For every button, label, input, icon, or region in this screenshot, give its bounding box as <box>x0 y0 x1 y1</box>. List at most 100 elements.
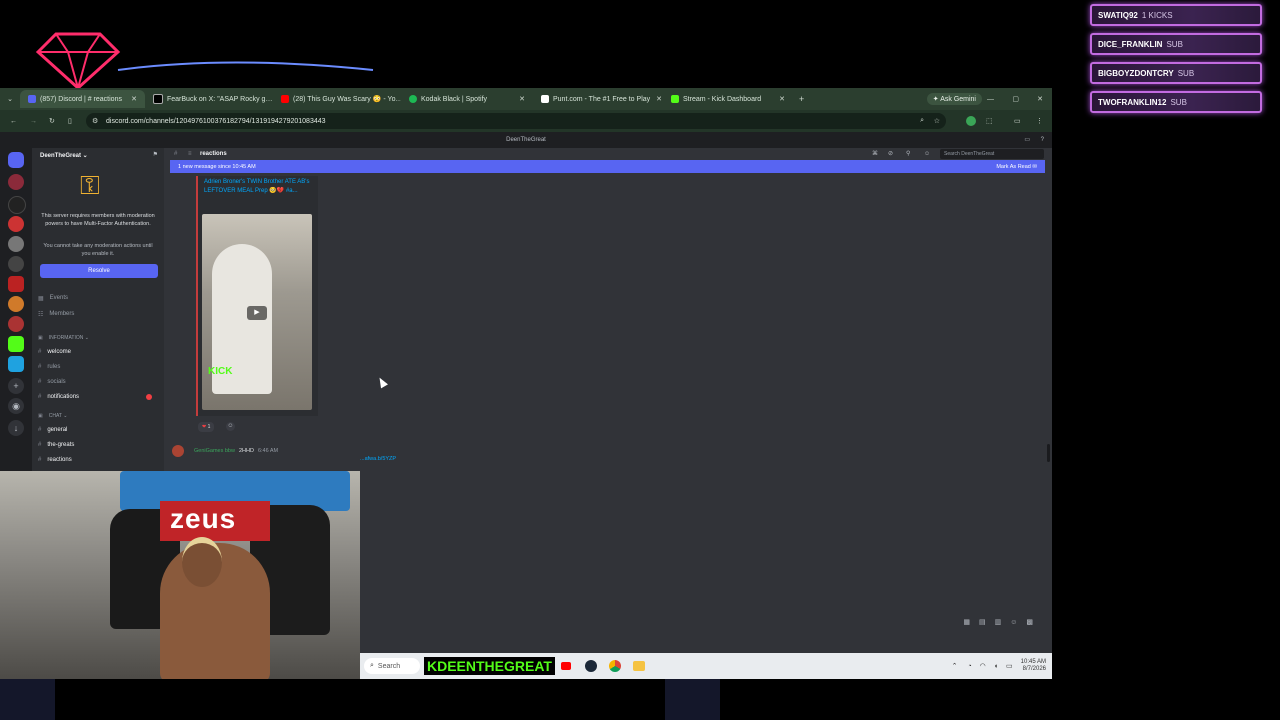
tab-x[interactable]: FearBuck on X: "ASAP Rocky g…✕ <box>145 90 273 108</box>
home-icon[interactable] <box>8 152 24 168</box>
server-icon[interactable] <box>8 296 24 312</box>
tab-strip: ⌄ (857) Discord | # reactions ✕ FearBuck … <box>0 88 1052 110</box>
message-link[interactable]: ...afwa.b/5YZP <box>360 456 396 462</box>
server-icon[interactable] <box>8 196 26 214</box>
category-chat[interactable]: ▣ CHAT ⌄ <box>38 410 67 422</box>
category-information[interactable]: ▣ INFORMATION ⌄ <box>38 332 89 344</box>
network-icon[interactable]: ◔ <box>967 663 971 670</box>
server-icon[interactable] <box>8 276 24 292</box>
channel-socials[interactable]: # socials <box>38 376 66 388</box>
channel-the-greats[interactable]: # the-greats <box>38 439 74 451</box>
sidebar-icon[interactable]: ▯ <box>68 117 72 125</box>
tab-youtube[interactable]: (28) This Guy Was Scary 😳 - Yo…✕ <box>273 90 401 108</box>
explore-icon[interactable]: ◉ <box>8 398 24 414</box>
download-icon[interactable]: ↓ <box>8 420 24 436</box>
inbox-icon[interactable]: ▭ <box>1024 132 1030 148</box>
tab-punt[interactable]: Punt.com - The #1 Free to Play ✕ <box>533 90 663 108</box>
tray-chevron-icon[interactable]: ⌃ <box>952 662 958 670</box>
bottom-toolbar: ▦▤▥☺▩ <box>963 618 1042 626</box>
threads-icon[interactable]: ≡ <box>188 148 192 160</box>
channel-notifications[interactable]: # notifications <box>38 391 158 403</box>
channel-rules[interactable]: # rules <box>38 361 60 373</box>
category-label: INFORMATION ⌄ <box>48 335 89 341</box>
author-tag: 2HHD <box>238 448 254 454</box>
server-icon[interactable] <box>8 174 24 190</box>
close-icon[interactable]: ✕ <box>650 95 662 103</box>
threads-header-icon[interactable]: ⌘ <box>872 148 878 160</box>
add-reaction-icon[interactable]: ☺ <box>226 422 235 431</box>
alert-item: TWOFRANKLIN12 SUB <box>1090 91 1262 113</box>
message-author[interactable]: GeniGames bbw <box>194 448 235 454</box>
pin-icon[interactable]: ⚲ <box>906 148 910 160</box>
tab-search-icon[interactable]: ⌄ <box>0 95 20 103</box>
reaction-pill[interactable]: ❤ 1 <box>198 422 215 432</box>
scrollbar[interactable] <box>1047 444 1050 462</box>
channel-general[interactable]: # general <box>38 424 67 436</box>
kick-server-icon[interactable] <box>8 336 24 352</box>
taskbar-search[interactable]: ⌕ Search <box>364 658 420 674</box>
channel-welcome[interactable]: # welcome <box>38 346 71 358</box>
forward-icon[interactable]: → <box>30 118 37 125</box>
close-window-button[interactable]: ✕ <box>1037 95 1043 103</box>
clock[interactable]: 10:45 AM 8/7/2026 <box>1021 659 1046 673</box>
video-embed[interactable]: ▶ KICK <box>202 214 312 410</box>
emoji-icon[interactable]: ☺ <box>1010 619 1026 626</box>
channel-reactions[interactable]: # reactions <box>38 454 72 466</box>
gif-icon[interactable]: ▤ <box>979 619 995 626</box>
close-icon[interactable]: ✕ <box>513 95 525 103</box>
resolve-button[interactable]: Resolve <box>40 264 158 278</box>
battery-icon[interactable]: ▭ <box>1006 662 1013 670</box>
mute-icon[interactable]: ⊘ <box>888 148 893 160</box>
apps-icon[interactable]: ▩ <box>1026 619 1042 626</box>
search-field[interactable]: Search DeenTheGreat <box>940 149 1044 159</box>
close-icon[interactable]: ✕ <box>125 95 137 103</box>
add-member-icon[interactable]: ⚑ <box>153 151 158 158</box>
server-icon[interactable] <box>8 356 24 372</box>
site-info-icon[interactable]: ⚙ <box>92 117 98 125</box>
zoom-icon[interactable]: ⌕ <box>920 117 924 125</box>
server-icon[interactable] <box>8 216 24 232</box>
streamer-handle-banner: KDEENTHEGREAT <box>424 657 555 675</box>
steam-app-icon[interactable] <box>584 660 597 672</box>
tab-discord[interactable]: (857) Discord | # reactions ✕ <box>20 90 145 108</box>
nav-events[interactable]: ▦ Events <box>38 292 68 304</box>
extension-icon[interactable] <box>966 116 976 126</box>
bookmark-star-icon[interactable]: ☆ <box>934 117 940 125</box>
member-list-icon[interactable]: ☺ <box>924 148 930 160</box>
close-icon[interactable]: ✕ <box>773 95 785 103</box>
reload-icon[interactable]: ↻ <box>49 117 55 125</box>
wifi-icon[interactable]: ◠ <box>980 662 986 670</box>
new-messages-bar[interactable]: 1 new message since 10:45 AM Mark As Rea… <box>170 160 1045 173</box>
tab-label: Punt.com - The #1 Free to Play <box>553 95 651 103</box>
tab-kick[interactable]: Stream - Kick Dashboard ✕ <box>663 90 793 108</box>
nav-members[interactable]: ☷ Members <box>38 308 74 320</box>
menu-icon[interactable]: ⋮ <box>1036 117 1043 125</box>
add-server-icon[interactable]: + <box>8 378 24 394</box>
youtube-app-icon[interactable] <box>560 662 571 670</box>
mark-as-read-button[interactable]: Mark As Read ✉ <box>996 164 1037 170</box>
sidepanel-icon[interactable]: ▭ <box>1014 117 1021 125</box>
sticker-icon[interactable]: ▥ <box>995 619 1011 626</box>
gift-icon[interactable]: ▦ <box>963 619 979 626</box>
minimize-button[interactable]: — <box>987 96 994 103</box>
new-tab-button[interactable]: + <box>799 94 804 104</box>
server-header[interactable]: DeenTheGreat ⌄ <box>40 148 88 164</box>
back-icon[interactable]: ← <box>10 118 17 125</box>
chrome-app-icon[interactable] <box>608 660 621 672</box>
maximize-button[interactable]: ▢ <box>1012 95 1019 103</box>
server-icon[interactable] <box>8 236 24 252</box>
hash-icon: # <box>38 349 42 355</box>
tab-label: FearBuck on X: "ASAP Rocky g… <box>167 95 273 103</box>
avatar[interactable] <box>172 445 184 457</box>
extensions-puzzle-icon[interactable]: ⬚ <box>986 117 993 125</box>
ask-gemini-button[interactable]: ✦ Ask Gemini <box>926 93 982 105</box>
server-icon[interactable] <box>8 256 24 272</box>
url-input[interactable]: ⚙ discord.com/channels/12049761003761827… <box>86 113 946 129</box>
server-icon[interactable] <box>8 316 24 332</box>
embed-title[interactable]: Adrien Broner's TWIN Brother ATE AB's LE… <box>204 178 314 196</box>
explorer-app-icon[interactable] <box>632 661 645 671</box>
help-icon[interactable]: ? <box>1041 132 1044 148</box>
volume-icon[interactable]: ◖ <box>994 663 998 670</box>
play-button-icon[interactable]: ▶ <box>247 306 267 320</box>
tab-spotify[interactable]: Kodak Black | Spotify ✕ <box>401 90 533 108</box>
